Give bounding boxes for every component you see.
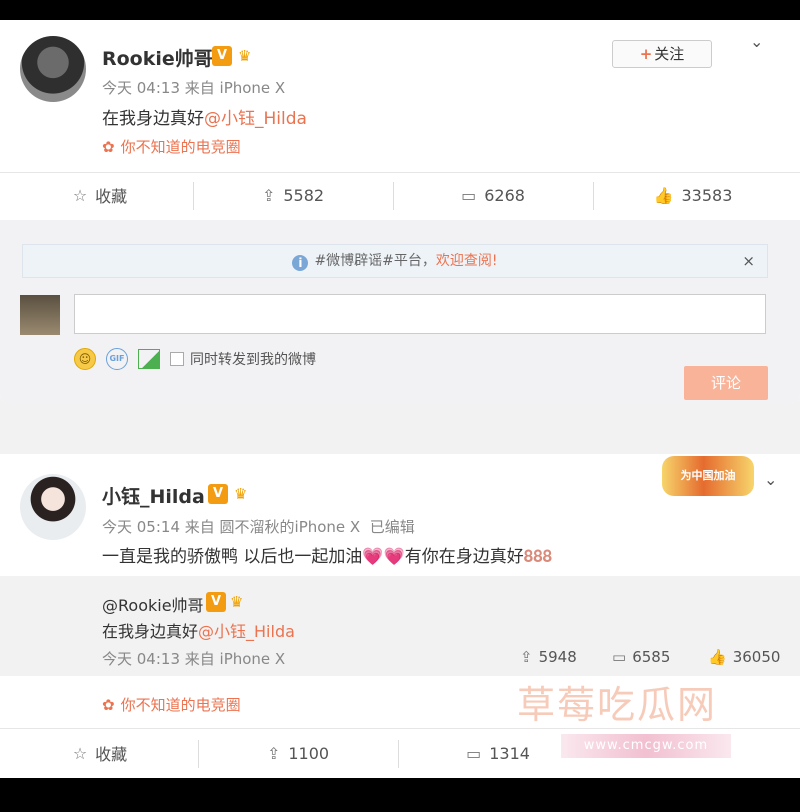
username[interactable]: 小钰_Hilda [102, 482, 205, 509]
like-button[interactable]: 👍 33583 [593, 172, 793, 218]
image-icon[interactable] [138, 349, 160, 369]
repost-button[interactable]: ⇪ 1100 [198, 730, 398, 776]
post-text-main: 在我身边真好 [102, 109, 204, 129]
topic-flower-icon: ✿ [102, 696, 115, 714]
topic-label: 你不知道的电竞圈 [120, 696, 241, 714]
chevron-down-icon[interactable]: ⌄ [750, 32, 763, 51]
like-count: 33583 [681, 185, 733, 205]
mention-link[interactable]: @小钰_Hilda [204, 109, 307, 129]
post-text-tail: 有你在身边真好 [404, 547, 524, 567]
quoted-username-text: @Rookie帅哥 [102, 596, 204, 615]
avatar[interactable] [20, 36, 86, 102]
comment-input[interactable] [74, 294, 766, 334]
quoted-repost-count: 5948 [538, 648, 577, 666]
chevron-down-icon[interactable]: ⌄ [764, 470, 777, 489]
action-bar: ☆ 收藏 ⇪ 5582 ▭ 6268 👍 33583 [0, 172, 800, 218]
star-icon: ☆ [72, 185, 88, 205]
crown-icon: ♛ [230, 593, 244, 611]
post-text: 一直是我的骄傲鸭 以后也一起加油💗💗有你在身边真好𝟖𝟖𝟖 [102, 542, 552, 567]
topic-link[interactable]: ✿ 你不知道的电竞圈 [102, 694, 241, 715]
verified-badge-icon: V [208, 484, 228, 504]
verified-badge-icon: V [206, 592, 226, 612]
post-text-main: 一直是我的骄傲鸭 以后也一起加油 [102, 547, 363, 567]
follow-button[interactable]: + 关注 [612, 40, 712, 68]
comment-count: 1314 [489, 743, 530, 763]
favorite-label: 收藏 [95, 187, 128, 206]
my-avatar [20, 295, 60, 335]
event-badge-icon: 为中国加油 [662, 456, 754, 496]
quoted-time-source: 今天 04:13 来自 iPhone X [102, 650, 286, 668]
post-time-source: 今天 05:14 来自 圆不溜秋的iPhone X 已编辑 [102, 516, 415, 537]
quoted-repost-stat[interactable]: ⇪ 5948 [520, 648, 577, 666]
weibo-post-card-1: Rookie帅哥 V ♛ 今天 04:13 来自 iPhone X 在我身边真好… [0, 20, 800, 404]
comment-icon: ▭ [461, 185, 477, 205]
repost-icon: ⇪ [520, 648, 533, 666]
repost-icon: ⇪ [261, 185, 276, 205]
star-icon: ☆ [72, 743, 88, 763]
favorite-label: 收藏 [95, 745, 128, 764]
username[interactable]: Rookie帅哥 [102, 44, 213, 71]
thumbs-up-icon: 👍 [653, 185, 674, 205]
comment-composer: i #微博辟谣#平台，欢迎查阅! × ☺ GIF 同时转发到我的微博 评论 [0, 220, 800, 404]
repost-icon: ⇪ [266, 743, 281, 763]
topic-flower-icon: ✿ [102, 138, 115, 156]
crown-icon: ♛ [234, 485, 248, 503]
follow-label: 关注 [654, 45, 685, 63]
bottom-black-bar [0, 778, 800, 812]
repost-checkbox[interactable] [170, 352, 184, 366]
time-source-text: 今天 05:14 来自 圆不溜秋的iPhone X [102, 518, 361, 536]
quoted-comment-count: 6585 [632, 648, 671, 666]
quoted-like-count: 36050 [732, 648, 781, 666]
rumor-notice-bar: i #微博辟谣#平台，欢迎查阅! × [22, 244, 768, 278]
comment-count: 6268 [484, 185, 525, 205]
repost-button[interactable]: ⇪ 5582 [193, 172, 393, 218]
favorite-button[interactable]: ☆ 收藏 [0, 172, 200, 218]
repost-check-label: 同时转发到我的微博 [190, 352, 316, 368]
post-text: 在我身边真好@小钰_Hilda [102, 104, 307, 129]
comment-button[interactable]: ▭ 6268 [393, 172, 593, 218]
emoji-icon[interactable]: ☺ [74, 348, 96, 370]
verified-badge-icon: V [212, 46, 232, 66]
watermark-logo: 草莓吃瓜网 [517, 683, 718, 727]
peanut-emoji-icon: 𝟖𝟖𝟖 [523, 547, 553, 567]
crown-icon: ♛ [238, 47, 252, 65]
watermark-url: www.cmcgw.com [561, 734, 731, 758]
gif-icon[interactable]: GIF [106, 348, 128, 370]
repost-count: 5582 [283, 185, 325, 205]
topic-label: 你不知道的电竞圈 [120, 138, 241, 156]
comment-icon: ▭ [466, 743, 482, 763]
submit-comment-button[interactable]: 评论 [684, 366, 768, 400]
notice-prefix: #微博辟谣#平台， [314, 253, 436, 269]
quoted-username[interactable]: @Rookie帅哥 [102, 592, 204, 616]
top-black-bar [0, 0, 800, 20]
post-time-source: 今天 04:13 来自 iPhone X [102, 79, 286, 97]
edited-label: 已编辑 [369, 518, 415, 536]
avatar[interactable] [20, 474, 86, 540]
thumbs-up-icon: 👍 [708, 648, 727, 666]
composer-toolbar: ☺ GIF 同时转发到我的微博 [74, 348, 316, 370]
weibo-post-card-2: 小钰_Hilda V ♛ 为中国加油 ⌄ 今天 05:14 来自 圆不溜秋的iP… [0, 454, 800, 778]
repost-count: 1100 [288, 743, 330, 763]
quoted-like-stat[interactable]: 👍 36050 [708, 648, 780, 666]
topic-link[interactable]: ✿ 你不知道的电竞圈 [102, 136, 241, 157]
info-icon: i [292, 255, 309, 271]
plus-icon: + [639, 45, 653, 63]
quoted-comment-stat[interactable]: ▭ 6585 [612, 648, 670, 666]
quoted-text-main: 在我身边真好 [102, 622, 199, 641]
hearts-emoji-icon: 💗💗 [362, 547, 405, 567]
favorite-button[interactable]: ☆ 收藏 [0, 730, 200, 776]
notice-link[interactable]: 欢迎查阅! [436, 253, 498, 269]
quoted-text: 在我身边真好@小钰_Hilda [102, 618, 295, 642]
comment-icon: ▭ [612, 648, 627, 666]
mention-link[interactable]: @小钰_Hilda [198, 622, 295, 641]
close-icon[interactable]: × [742, 245, 755, 277]
notice-text: i #微博辟谣#平台，欢迎查阅! [23, 245, 767, 277]
quoted-post[interactable]: @Rookie帅哥 V ♛ 在我身边真好@小钰_Hilda 今天 04:13 来… [0, 576, 800, 676]
